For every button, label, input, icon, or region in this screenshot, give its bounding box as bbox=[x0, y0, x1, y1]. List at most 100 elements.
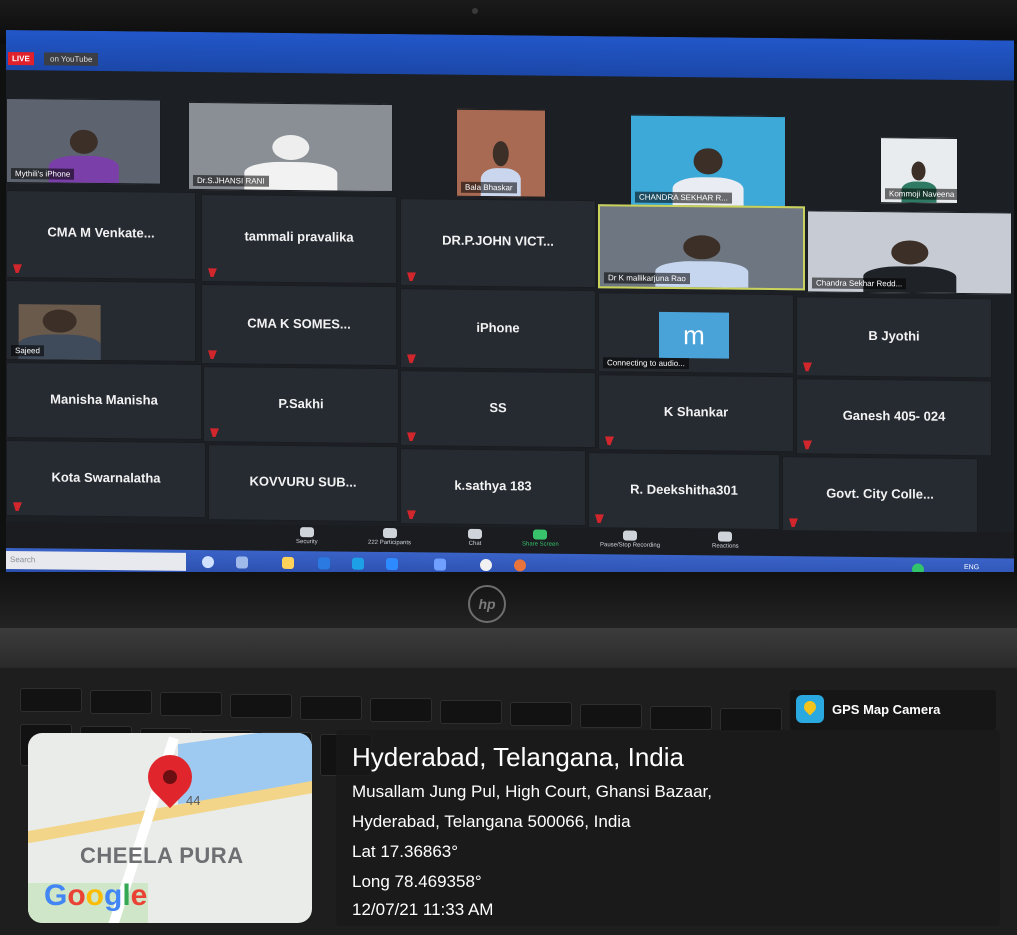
keyboard-key bbox=[230, 694, 292, 718]
laptop-hinge bbox=[0, 628, 1017, 668]
app-icon[interactable] bbox=[434, 558, 446, 571]
participant-tile[interactable]: DR.P.JOHN VICT... bbox=[400, 198, 596, 289]
chrome-icon[interactable] bbox=[480, 558, 492, 572]
muted-icon bbox=[605, 436, 614, 445]
participant-tile[interactable]: Kota Swarnalatha bbox=[6, 440, 206, 519]
participant-name: Mythili's iPhone bbox=[11, 168, 75, 180]
participant-name: Dr K mallikarjuna Rao bbox=[604, 272, 690, 285]
keyboard-key bbox=[580, 704, 642, 728]
participant-name: K Shankar bbox=[663, 403, 729, 420]
participant-tile[interactable]: m Connecting to audio... bbox=[598, 292, 794, 375]
live-destination[interactable]: on YouTube bbox=[44, 52, 99, 66]
participant-tile[interactable]: Sajeed bbox=[6, 280, 196, 362]
file-explorer-icon[interactable] bbox=[282, 556, 294, 570]
share-screen-button[interactable]: Share Screen bbox=[522, 529, 559, 548]
participant-name: B Jyothi bbox=[868, 327, 920, 344]
participant-tile[interactable]: Manisha Manisha bbox=[6, 362, 202, 441]
google-logo: Google bbox=[44, 879, 148, 912]
muted-icon bbox=[407, 510, 416, 519]
participant-tile-active-speaker[interactable]: Dr K mallikarjuna Rao bbox=[598, 204, 805, 291]
muted-icon bbox=[13, 264, 22, 273]
participant-name: Kommoji Naveena bbox=[885, 188, 958, 200]
road-number: 44 bbox=[186, 793, 201, 808]
participant-tile[interactable]: k.sathya 183 bbox=[400, 448, 586, 527]
latitude: Lat 17.36863° bbox=[352, 842, 459, 861]
participant-tile[interactable]: CMA K SOMES... bbox=[201, 284, 397, 367]
address-line-2: Hyderabad, Telangana 500066, India bbox=[352, 812, 631, 831]
security-button[interactable]: Security bbox=[296, 527, 318, 545]
participant-tile[interactable]: iPhone bbox=[400, 288, 596, 371]
chat-icon bbox=[468, 528, 482, 539]
participant-name: Manisha Manisha bbox=[50, 391, 158, 408]
keyboard-key bbox=[90, 690, 152, 714]
participant-name: Ganesh 405- 024 bbox=[842, 407, 946, 424]
participants-label: Participants bbox=[379, 539, 412, 547]
participant-tile[interactable]: Govt. City Colle... bbox=[782, 456, 978, 535]
task-view-icon[interactable] bbox=[236, 556, 248, 569]
reactions-icon bbox=[718, 531, 733, 542]
gps-app-badge: GPS Map Camera bbox=[790, 690, 996, 730]
keyboard-key bbox=[20, 688, 82, 712]
cortana-icon[interactable] bbox=[202, 556, 214, 569]
participant-tile[interactable]: K Shankar bbox=[598, 374, 794, 453]
participant-tile[interactable]: Chandra Sekhar Redd... bbox=[807, 210, 1012, 295]
muted-icon bbox=[208, 268, 217, 277]
taskbar-search[interactable]: Search bbox=[6, 551, 186, 571]
live-badge[interactable]: LIVE bbox=[8, 52, 34, 66]
reactions-button[interactable]: Reactions bbox=[712, 531, 739, 550]
participant-tile[interactable]: CMA M Venkate... bbox=[6, 190, 196, 280]
participant-name: CHANDRA SEKHAR R... bbox=[635, 191, 732, 204]
participant-count: 222 bbox=[368, 539, 379, 546]
participant-tile[interactable]: CHANDRA SEKHAR R... bbox=[630, 114, 786, 209]
participant-name: SS bbox=[489, 400, 507, 416]
participant-tile[interactable]: R. Deekshitha301 bbox=[588, 452, 780, 531]
gps-app-name: GPS Map Camera bbox=[832, 702, 941, 717]
connecting-status: Connecting to audio... bbox=[603, 357, 689, 370]
reactions-label: Reactions bbox=[712, 543, 739, 550]
participant-tile[interactable]: P.Sakhi bbox=[203, 366, 399, 445]
longitude: Long 78.469358° bbox=[352, 872, 482, 891]
dropbox-icon[interactable] bbox=[318, 557, 330, 570]
language-indicator[interactable]: ENG bbox=[964, 564, 979, 571]
participant-tile[interactable]: KOVVURU SUB... bbox=[208, 444, 398, 523]
muted-icon bbox=[210, 428, 219, 437]
participant-name: tammali pravalika bbox=[244, 228, 354, 245]
participant-name: Kota Swarnalatha bbox=[51, 469, 161, 486]
photo: LIVE on YouTube Mythili's iPhone Dr.S.JH… bbox=[0, 0, 1017, 935]
participant-name: Bala Bhaskar bbox=[461, 181, 517, 194]
participant-name: Sajeed bbox=[11, 345, 44, 357]
lower-bezel bbox=[0, 572, 1017, 632]
participant-avatar: m bbox=[659, 311, 729, 359]
participants-button[interactable]: 222 Participants bbox=[368, 527, 412, 547]
muted-icon bbox=[803, 362, 812, 371]
firefox-icon[interactable] bbox=[514, 559, 526, 572]
address-line-1: Musallam Jung Pul, High Court, Ghansi Ba… bbox=[352, 782, 713, 801]
participant-name: Dr.S.JHANSI RANI bbox=[193, 174, 269, 187]
keyboard-key bbox=[510, 702, 572, 726]
recording-button[interactable]: Pause/Stop Recording bbox=[600, 530, 660, 549]
participants-icon bbox=[382, 527, 397, 539]
participant-name: iPhone bbox=[476, 319, 520, 336]
participant-tile[interactable]: Ganesh 405- 024 bbox=[796, 378, 992, 457]
webcam bbox=[472, 8, 478, 14]
edge-icon[interactable] bbox=[352, 557, 364, 570]
chat-button[interactable]: Chat bbox=[468, 528, 482, 547]
participant-tile[interactable]: SS bbox=[400, 370, 596, 449]
participant-tile[interactable]: Bala Bhaskar bbox=[456, 108, 546, 198]
participant-tile[interactable]: tammali pravalika bbox=[201, 194, 397, 285]
keyboard-key bbox=[300, 696, 362, 720]
participant-tile[interactable]: Kommoji Naveena bbox=[880, 137, 958, 204]
shield-icon bbox=[299, 527, 314, 538]
participant-tile[interactable]: B Jyothi bbox=[796, 296, 992, 379]
keyboard-key bbox=[370, 698, 432, 722]
recording-label: Pause/Stop Recording bbox=[600, 542, 661, 549]
participant-tile[interactable]: Mythili's iPhone bbox=[6, 98, 161, 185]
hp-logo: hp bbox=[468, 585, 506, 623]
zoom-taskbar-icon[interactable] bbox=[386, 557, 398, 571]
participant-grid: Mythili's iPhone Dr.S.JHANSI RANI Bala B… bbox=[6, 90, 1014, 561]
participant-tile[interactable]: Dr.S.JHANSI RANI bbox=[188, 101, 393, 193]
share-screen-label: Share Screen bbox=[522, 541, 559, 548]
laptop-screen: LIVE on YouTube Mythili's iPhone Dr.S.JH… bbox=[6, 30, 1014, 586]
participant-name: P.Sakhi bbox=[278, 395, 324, 412]
timestamp: 12/07/21 11:33 AM bbox=[352, 900, 494, 919]
